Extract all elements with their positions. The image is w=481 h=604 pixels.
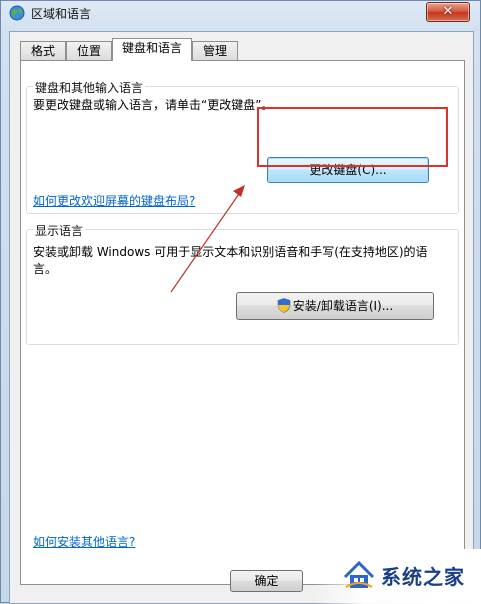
tab-keyboards-languages[interactable]: 键盘和语言 xyxy=(112,38,192,61)
dialog-window: 区域和语言 ✕ 格式 位置 键盘和语言 管理 键盘和其他输入语言 要更改键盘或输… xyxy=(0,0,481,604)
watermark: 系统之家 xyxy=(313,549,481,604)
tab-label: 键盘和语言 xyxy=(121,41,182,55)
house-logo-icon xyxy=(343,560,375,588)
annotation-arrow xyxy=(170,185,245,293)
watermark-text: 系统之家 xyxy=(381,565,465,589)
